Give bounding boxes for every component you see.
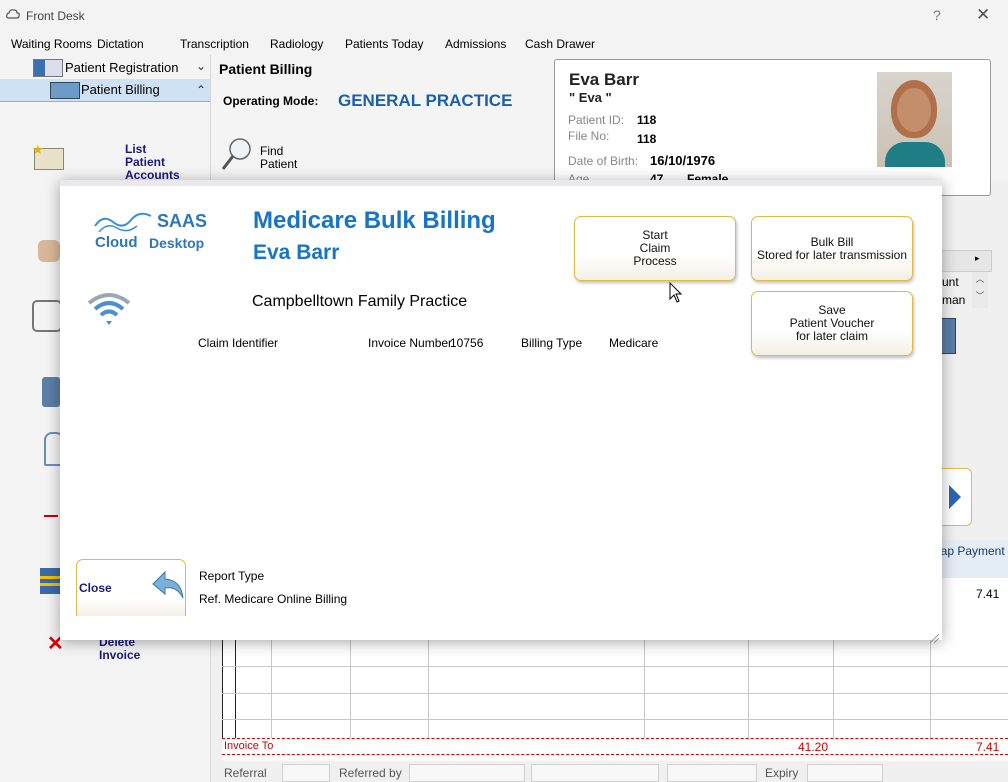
logo-cloud-text: Cloud [95,234,138,251]
patient-nickname: " Eva " [569,90,612,105]
menu-radiology[interactable]: Radiology [270,37,323,51]
expiry-field[interactable] [807,764,883,782]
find-patient-button[interactable]: Find Patient [260,145,297,171]
referral-label: Referral [224,766,267,780]
return-arrow-icon [152,570,184,599]
operating-mode-label: Operating Mode: [223,94,319,108]
logo-saas-text: SAAS [157,211,208,231]
list-accounts-icon: ★ [32,142,64,170]
invoice-number-value: 10756 [450,336,484,350]
invoice-number-label: Invoice Number [368,336,453,350]
bulk-bill-button[interactable]: Bulk Bill Stored for later transmission [751,216,913,281]
magnifier-icon[interactable] [221,136,255,172]
menu-bar: Waiting Rooms Dictation Transcription Ra… [0,31,1008,56]
referral-date-field[interactable] [667,764,757,782]
operating-mode-value: GENERAL PRACTICE [338,91,513,110]
page-title: Patient Billing [219,61,313,77]
column-header-fragment: man [942,293,966,307]
dialog-title: Medicare Bulk Billing [253,207,496,234]
scrollbar[interactable]: ︿ ﹀ [972,272,988,308]
scroll-right-icon[interactable]: ▸ [975,253,980,264]
cloud-app-icon [6,9,20,19]
referred-by-label: Referred by [339,766,402,780]
card-icon [42,377,60,407]
invoice-total-label: Invoice To [224,740,274,752]
sidebar-item-patient-billing[interactable]: Patient Billing ⌃ [0,79,210,102]
column-header-fragment: unt [942,275,959,289]
menu-patients-today[interactable]: Patients Today [345,37,424,51]
window-title: Front Desk [26,9,85,23]
expiry-label: Expiry [765,766,799,780]
dob-value: 16/10/1976 [650,153,716,168]
patient-photo [877,72,952,167]
chevron-down-icon: ⌄ [195,59,206,73]
close-button-label: Close [79,581,112,595]
file-no-label: File No: [568,129,610,143]
handshake-icon [38,240,60,262]
billing-icon [50,82,80,99]
close-button[interactable]: Close [76,559,186,616]
invoice-total-gap: 7.41 [976,740,1000,754]
minus-icon [44,515,58,517]
save-voucher-button[interactable]: Save Patient Voucher for later claim [751,291,913,356]
menu-transcription[interactable]: Transcription [180,37,249,51]
list-accounts-button[interactable]: List Patient Accounts [125,143,180,182]
patient-id: 118 [637,113,657,127]
invoice-list-icon [40,568,60,594]
sidebar-item-patient-registration[interactable]: Patient Registration ⌄ [0,57,210,79]
report-type-label: Report Type [199,569,265,583]
invoice-total-row: Invoice To 41.20 7.41 [222,738,1008,755]
help-button[interactable]: ? [933,7,941,23]
gap-payment-value: 7.41 [976,587,1000,601]
saas-logo: SAAS Cloud Desktop [93,208,218,258]
dropdown-button[interactable] [940,318,956,354]
menu-dictation[interactable]: Dictation [97,37,144,51]
scroll-up-icon[interactable]: ︿ [972,272,988,285]
referred-by-field[interactable] [409,764,525,782]
menu-admissions[interactable]: Admissions [445,37,506,51]
dialog-patient-name: Eva Barr [253,241,340,264]
report-type-value: Ref. Medicare Online Billing [199,592,348,606]
claim-identifier-label: Claim Identifier [198,336,279,350]
medicare-billing-dialog: SAAS Cloud Desktop Medicare Bulk Billing… [60,180,942,644]
referral-extra-field[interactable] [531,764,659,782]
billing-type-label: Billing Type [521,336,583,350]
menu-cash-drawer[interactable]: Cash Drawer [525,37,595,51]
wave-logo-icon [94,212,152,233]
practice-name: Campbelltown Family Practice [252,293,468,310]
billing-type-value: Medicare [609,336,659,350]
table-scroll-header [940,250,992,272]
resize-grip-icon[interactable] [928,632,940,644]
patient-card: Eva Barr " Eva " Patient ID: 118 File No… [554,59,991,196]
registration-icon [33,59,63,77]
patient-name: Eva Barr [569,70,639,89]
close-window-button[interactable]: ✕ [976,5,990,25]
menu-waiting-rooms[interactable]: Waiting Rooms [11,37,92,51]
patient-id-label: Patient ID: [568,113,625,127]
invoice-total-amount: 41.20 [798,740,829,754]
logo-desktop-text: Desktop [149,235,205,251]
scroll-down-icon[interactable]: ﹀ [972,289,988,302]
start-claim-button[interactable]: Start Claim Process [574,216,736,281]
file-no: 118 [637,132,657,146]
chevron-up-icon: ⌃ [195,83,206,97]
referral-field[interactable] [282,764,330,782]
wifi-icon [87,293,131,325]
camera-icon [32,300,62,332]
mouse-cursor-icon [669,282,683,303]
dob-label: Date of Birth: [568,154,639,168]
window-titlebar: Front Desk ? ✕ [0,0,1008,31]
